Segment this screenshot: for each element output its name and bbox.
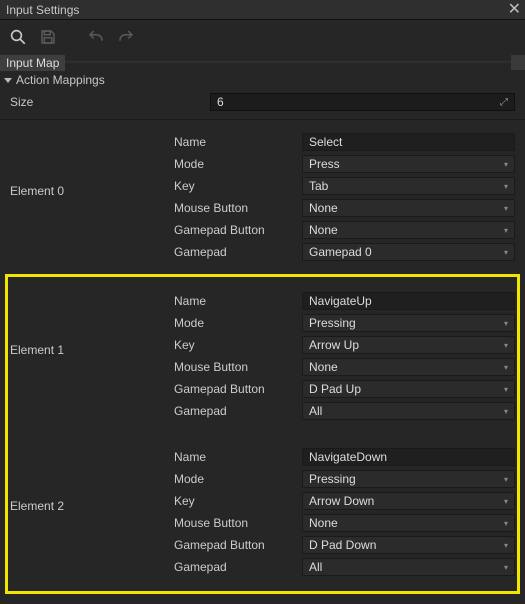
size-input[interactable]: 6 ⤢ xyxy=(210,93,515,111)
mode-select[interactable]: Pressing▾ xyxy=(302,314,515,332)
gamepad-button-select[interactable]: None▾ xyxy=(302,221,515,239)
close-icon[interactable]: ✕ xyxy=(508,3,521,17)
breadcrumb-endcap xyxy=(511,55,525,70)
breadcrumb-fill xyxy=(65,61,511,65)
breadcrumb: Input Map xyxy=(0,54,525,71)
save-icon[interactable] xyxy=(38,27,58,47)
field-label-name: Name xyxy=(174,135,302,149)
field-label-mode: Mode xyxy=(174,472,302,486)
expand-icon[interactable]: ⤢ xyxy=(500,97,508,108)
gamepad-select[interactable]: All▾ xyxy=(302,402,515,420)
field-label-gpad: Gamepad xyxy=(174,245,302,259)
gamepad-button-select[interactable]: D Pad Up▾ xyxy=(302,380,515,398)
chevron-down-icon: ▾ xyxy=(504,204,508,213)
chevron-down-icon: ▾ xyxy=(504,248,508,257)
element-label: Element 0 xyxy=(10,132,170,262)
field-label-mode: Mode xyxy=(174,157,302,171)
chevron-down-icon: ▾ xyxy=(504,160,508,169)
size-label: Size xyxy=(10,95,210,109)
search-icon[interactable] xyxy=(8,27,28,47)
key-select[interactable]: Tab▾ xyxy=(302,177,515,195)
field-label-mouse: Mouse Button xyxy=(174,516,302,530)
mouse-select[interactable]: None▾ xyxy=(302,358,515,376)
window-title: Input Settings xyxy=(6,3,79,17)
element-fields: NameSelect ModePress▾ KeyTab▾ Mouse Butt… xyxy=(174,132,515,262)
titlebar: Input Settings ✕ xyxy=(0,0,525,20)
chevron-down-icon xyxy=(4,78,12,83)
chevron-down-icon: ▾ xyxy=(504,407,508,416)
elements-list: Element 0 NameSelect ModePress▾ KeyTab▾ … xyxy=(0,119,525,604)
size-row: Size 6 ⤢ xyxy=(0,89,525,119)
field-label-gpad: Gamepad xyxy=(174,404,302,418)
gamepad-select[interactable]: Gamepad 0▾ xyxy=(302,243,515,261)
mouse-select[interactable]: None▾ xyxy=(302,514,515,532)
name-input[interactable]: Select xyxy=(302,133,515,151)
chevron-down-icon: ▾ xyxy=(504,363,508,372)
element-card: Element 0 NameSelect ModePress▾ KeyTab▾ … xyxy=(0,119,525,274)
chevron-down-icon: ▾ xyxy=(504,563,508,572)
chevron-down-icon: ▾ xyxy=(504,475,508,484)
field-label-key: Key xyxy=(174,338,302,352)
field-label-gbtn: Gamepad Button xyxy=(174,382,302,396)
chevron-down-icon: ▾ xyxy=(504,385,508,394)
mode-select[interactable]: Pressing▾ xyxy=(302,470,515,488)
section-header[interactable]: Action Mappings xyxy=(0,71,525,89)
element-label: Element 1 xyxy=(10,291,170,421)
chevron-down-icon: ▾ xyxy=(504,519,508,528)
key-select[interactable]: Arrow Up▾ xyxy=(302,336,515,354)
name-input[interactable]: NavigateUp xyxy=(302,292,515,310)
toolbar xyxy=(0,20,525,54)
mode-select[interactable]: Press▾ xyxy=(302,155,515,173)
element-card: Element 2 NameNavigateDown ModePressing▾… xyxy=(8,435,517,591)
gamepad-button-select[interactable]: D Pad Down▾ xyxy=(302,536,515,554)
gamepad-select[interactable]: All▾ xyxy=(302,558,515,576)
field-label-name: Name xyxy=(174,450,302,464)
key-select[interactable]: Arrow Down▾ xyxy=(302,492,515,510)
highlighted-group: Element 1 NameNavigateUp ModePressing▾ K… xyxy=(5,274,520,594)
field-label-key: Key xyxy=(174,179,302,193)
redo-icon[interactable] xyxy=(116,27,136,47)
field-label-mouse: Mouse Button xyxy=(174,201,302,215)
chevron-down-icon: ▾ xyxy=(504,319,508,328)
field-label-gbtn: Gamepad Button xyxy=(174,223,302,237)
field-label-mode: Mode xyxy=(174,316,302,330)
chevron-down-icon: ▾ xyxy=(504,226,508,235)
breadcrumb-segment[interactable]: Input Map xyxy=(0,55,65,71)
element-fields: NameNavigateUp ModePressing▾ KeyArrow Up… xyxy=(174,291,515,421)
chevron-down-icon: ▾ xyxy=(504,541,508,550)
field-label-gpad: Gamepad xyxy=(174,560,302,574)
element-label: Element 2 xyxy=(10,447,170,577)
element-card: Element 1 NameNavigateUp ModePressing▾ K… xyxy=(8,279,517,435)
field-label-mouse: Mouse Button xyxy=(174,360,302,374)
chevron-down-icon: ▾ xyxy=(504,341,508,350)
chevron-down-icon: ▾ xyxy=(504,182,508,191)
mouse-select[interactable]: None▾ xyxy=(302,199,515,217)
field-label-name: Name xyxy=(174,294,302,308)
section-title: Action Mappings xyxy=(16,73,105,87)
element-fields: NameNavigateDown ModePressing▾ KeyArrow … xyxy=(174,447,515,577)
field-label-gbtn: Gamepad Button xyxy=(174,538,302,552)
name-input[interactable]: NavigateDown xyxy=(302,448,515,466)
chevron-down-icon: ▾ xyxy=(504,497,508,506)
size-value: 6 xyxy=(217,95,224,109)
undo-icon[interactable] xyxy=(86,27,106,47)
field-label-key: Key xyxy=(174,494,302,508)
